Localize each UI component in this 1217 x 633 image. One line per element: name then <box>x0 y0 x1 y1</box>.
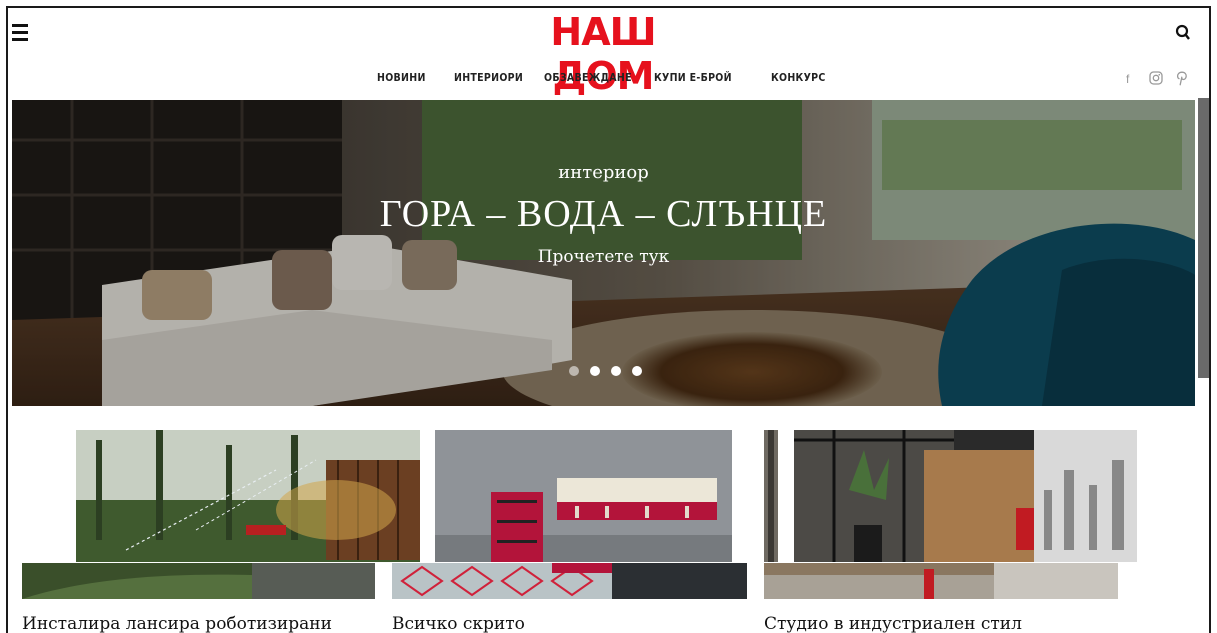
nav-item-contest[interactable]: КОНКУРС <box>771 72 826 84</box>
hamburger-menu-icon[interactable] <box>12 24 28 44</box>
hero-title[interactable]: ГОРА – ВОДА – СЛЪНЦЕ <box>12 192 1195 236</box>
card-title-3[interactable]: Студио в индустриален стил <box>764 614 1022 633</box>
site-logo[interactable]: НАШ ДОМ <box>515 10 691 98</box>
card-image-3-edge[interactable] <box>764 430 778 562</box>
pinterest-icon[interactable] <box>1176 71 1188 87</box>
slider-next-peek <box>1198 98 1209 378</box>
nav-item-news[interactable]: НОВИНИ <box>377 72 426 84</box>
slider-dot-2[interactable] <box>590 366 600 376</box>
hero-slider[interactable]: интериор ГОРА – ВОДА – СЛЪНЦЕ Прочетете … <box>12 100 1195 406</box>
hero-category[interactable]: интериор <box>12 162 1195 183</box>
site-header: НАШ ДОМ НОВИНИ ИНТЕРИОРИ ОБЗАВЕЖДАНЕ КУП… <box>8 8 1209 100</box>
browser-viewport: НАШ ДОМ НОВИНИ ИНТЕРИОРИ ОБЗАВЕЖДАНЕ КУП… <box>6 6 1211 633</box>
card-image-2[interactable] <box>435 430 732 562</box>
card-image-3[interactable] <box>794 430 1137 562</box>
slider-dots <box>569 366 649 378</box>
nav-item-buy-ebook[interactable]: КУПИ Е-БРОЙ <box>654 72 732 84</box>
slider-dot-4[interactable] <box>632 366 642 376</box>
main-nav: НОВИНИ ИНТЕРИОРИ ОБЗАВЕЖДАНЕ КУПИ Е-БРОЙ… <box>8 72 1209 92</box>
instagram-icon[interactable] <box>1149 71 1163 87</box>
slider-dot-1[interactable] <box>569 366 579 376</box>
nav-item-interiors[interactable]: ИНТЕРИОРИ <box>454 72 523 84</box>
slider-dot-3[interactable] <box>611 366 621 376</box>
card-title-2[interactable]: Всичко скрито <box>392 614 525 633</box>
hero-read-more-link[interactable]: Прочетете тук <box>12 247 1195 267</box>
facebook-icon[interactable]: f <box>1126 72 1129 88</box>
card-image-3-lower[interactable] <box>764 563 1118 599</box>
card-title-1[interactable]: Инсталира лансира роботизирани <box>22 614 332 633</box>
card-image-1-lower[interactable] <box>22 563 375 599</box>
card-image-2-lower[interactable] <box>392 563 747 599</box>
card-image-1[interactable] <box>76 430 420 562</box>
nav-item-furnishing[interactable]: ОБЗАВЕЖДАНЕ <box>544 72 632 84</box>
search-icon[interactable] <box>1175 24 1191 42</box>
